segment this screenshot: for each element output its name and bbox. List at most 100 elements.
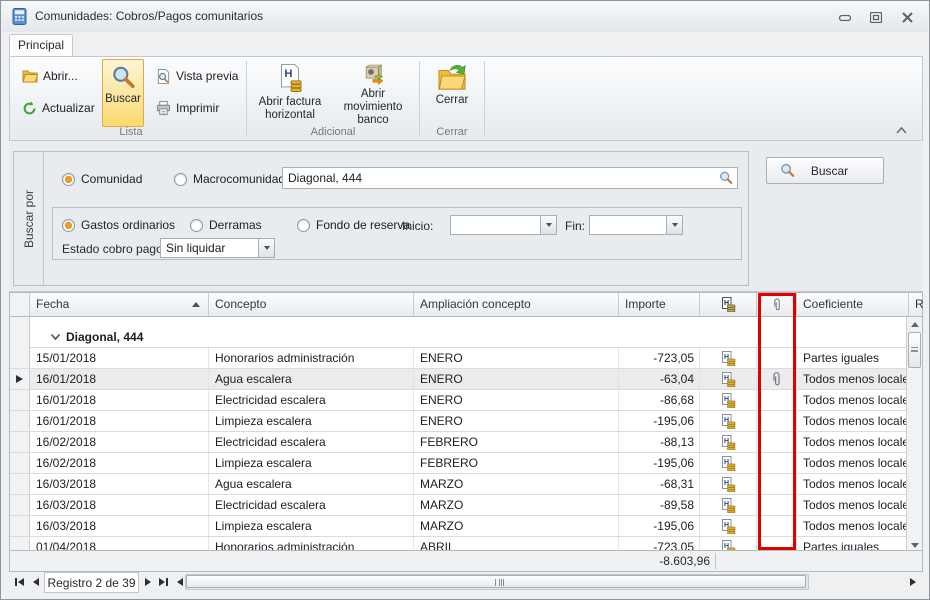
radio-fondo-reserva[interactable]: Fondo de reserva (297, 218, 410, 232)
radio-comunidad[interactable]: Comunidad (62, 172, 142, 186)
cell-ampliacion: ENERO (414, 390, 619, 410)
radio-derramas-label: Derramas (209, 218, 262, 232)
fin-label: Fin: (565, 219, 585, 233)
table-row[interactable]: 16/01/2018 Limpieza escalera ENERO -195,… (10, 411, 922, 432)
scroll-up-icon[interactable] (907, 317, 922, 331)
cell-coeficiente: Todos menos locales (797, 516, 909, 536)
buscar-button[interactable]: Buscar (766, 157, 884, 184)
table-row[interactable]: 15/01/2018 Honorarios administración ENE… (10, 348, 922, 369)
collapse-ribbon-icon[interactable] (895, 125, 908, 134)
column-header-coeficiente[interactable]: Coeficiente (797, 293, 909, 316)
inicio-combo[interactable] (450, 215, 557, 235)
cell-concepto: Honorarios administración (209, 348, 414, 368)
chevron-down-icon[interactable] (540, 216, 556, 234)
cerrar-button[interactable]: Cerrar (426, 59, 478, 127)
open-invoice-icon[interactable]: H (700, 348, 757, 368)
svg-text:H: H (284, 68, 292, 80)
open-invoice-icon[interactable]: H (700, 516, 757, 536)
open-invoice-icon[interactable]: H (700, 411, 757, 431)
attachment-cell (757, 390, 797, 410)
group-separator (246, 61, 247, 136)
next-record-button[interactable] (140, 574, 156, 590)
abrir-factura-button[interactable]: H Abrir factura horizontal (252, 59, 328, 127)
restore-button[interactable] (865, 10, 887, 25)
cell-concepto: Limpieza escalera (209, 516, 414, 536)
column-header-re[interactable]: Re (909, 293, 924, 316)
open-invoice-icon[interactable]: H (700, 390, 757, 410)
horizontal-scrollbar[interactable] (185, 574, 809, 590)
abrir-movimiento-label-1: Abrir movimiento (330, 88, 416, 114)
attachment-cell (757, 453, 797, 473)
first-record-button[interactable] (11, 574, 27, 590)
hscroll-right-icon[interactable] (905, 574, 921, 590)
column-header-concepto[interactable]: Concepto (209, 293, 414, 316)
open-invoice-icon[interactable]: H (700, 474, 757, 494)
magnifier-icon (110, 64, 136, 90)
actualizar-button[interactable]: Actualizar (18, 97, 99, 119)
row-indicator (10, 369, 30, 389)
table-row[interactable]: 16/01/2018 Agua escalera ENERO -63,04 H … (10, 369, 922, 390)
open-invoice-icon[interactable]: H (700, 432, 757, 452)
column-label: Fecha (36, 297, 69, 311)
footer-separator (715, 553, 716, 569)
table-row[interactable]: 16/03/2018 Limpieza escalera MARZO -195,… (10, 516, 922, 537)
estado-label: Estado cobro pago: (62, 242, 166, 256)
vista-previa-button[interactable]: Vista previa (152, 65, 242, 87)
group-row[interactable]: Diagonal, 444 (10, 317, 922, 348)
search-icon[interactable] (718, 170, 734, 186)
column-header-fecha[interactable]: Fecha (30, 293, 209, 316)
cell-fecha: 16/03/2018 (30, 474, 209, 494)
radio-comunidad-label: Comunidad (81, 172, 142, 186)
community-search-input[interactable]: Diagonal, 444 (282, 167, 738, 189)
open-invoice-icon[interactable]: H (700, 369, 757, 389)
column-header-importe[interactable]: Importe (619, 293, 700, 316)
estado-combo[interactable]: Sin liquidar (160, 238, 275, 258)
buscar-ribbon-label: Buscar (105, 93, 141, 106)
buscar-ribbon-button[interactable]: Buscar (102, 59, 144, 127)
grid-header: Fecha Concepto Ampliación concepto Impor… (10, 293, 922, 317)
horizontal-scrollbar-thumb[interactable] (186, 575, 806, 588)
abrir-button[interactable]: Abrir... (18, 65, 82, 87)
close-icon[interactable] (896, 10, 918, 25)
last-record-button[interactable] (155, 574, 171, 590)
abrir-factura-label-2: horizontal (265, 109, 315, 122)
abrir-movimiento-button[interactable]: Abrir movimiento banco (330, 59, 416, 127)
cell-concepto: Agua escalera (209, 369, 414, 389)
open-invoice-icon[interactable]: H (700, 453, 757, 473)
column-header-factura[interactable]: H (700, 293, 757, 316)
table-row[interactable]: 16/03/2018 Agua escalera MARZO -68,31 H … (10, 474, 922, 495)
title-bar[interactable]: Comunidades: Cobros/Pagos comunitarios (2, 1, 928, 32)
fin-combo[interactable] (589, 215, 683, 235)
vertical-scrollbar-thumb[interactable] (908, 332, 921, 368)
imprimir-button[interactable]: Imprimir (152, 97, 223, 119)
radio-derramas[interactable]: Derramas (190, 218, 262, 232)
column-header-attachment[interactable] (757, 293, 797, 316)
cell-fecha: 16/02/2018 (30, 432, 209, 452)
cell-importe: -63,04 (619, 369, 700, 389)
tab-principal[interactable]: Principal (9, 34, 73, 56)
cell-importe: -195,06 (619, 411, 700, 431)
table-row[interactable]: 16/01/2018 Electricidad escalera ENERO -… (10, 390, 922, 411)
row-indicator (10, 516, 30, 536)
column-header-ampliacion[interactable]: Ampliación concepto (414, 293, 619, 316)
cell-ampliacion: ENERO (414, 411, 619, 431)
chevron-down-icon[interactable] (258, 239, 274, 257)
grid-footer: -8.603,96 (10, 550, 922, 571)
radio-gastos-ordinarios[interactable]: Gastos ordinarios (62, 218, 175, 232)
cell-coeficiente: Todos menos locales (797, 453, 909, 473)
status-bar: Registro 2 de 39 (9, 572, 923, 593)
previous-record-button[interactable] (28, 574, 44, 590)
table-row[interactable]: 16/03/2018 Electricidad escalera MARZO -… (10, 495, 922, 516)
table-row[interactable]: 16/02/2018 Limpieza escalera FEBRERO -19… (10, 453, 922, 474)
record-counter: Registro 2 de 39 (44, 572, 139, 593)
vertical-scrollbar[interactable] (906, 317, 922, 552)
minimize-button[interactable] (834, 10, 856, 25)
header-indicator (10, 293, 30, 316)
open-invoice-icon[interactable]: H (700, 495, 757, 515)
table-row[interactable]: 16/02/2018 Electricidad escalera FEBRERO… (10, 432, 922, 453)
chevron-down-icon[interactable] (666, 216, 682, 234)
radio-dot (297, 219, 310, 232)
radio-macrocomunidad[interactable]: Macrocomunidad (174, 172, 285, 186)
bank-safe-icon (358, 63, 388, 85)
row-indicator (10, 453, 30, 473)
